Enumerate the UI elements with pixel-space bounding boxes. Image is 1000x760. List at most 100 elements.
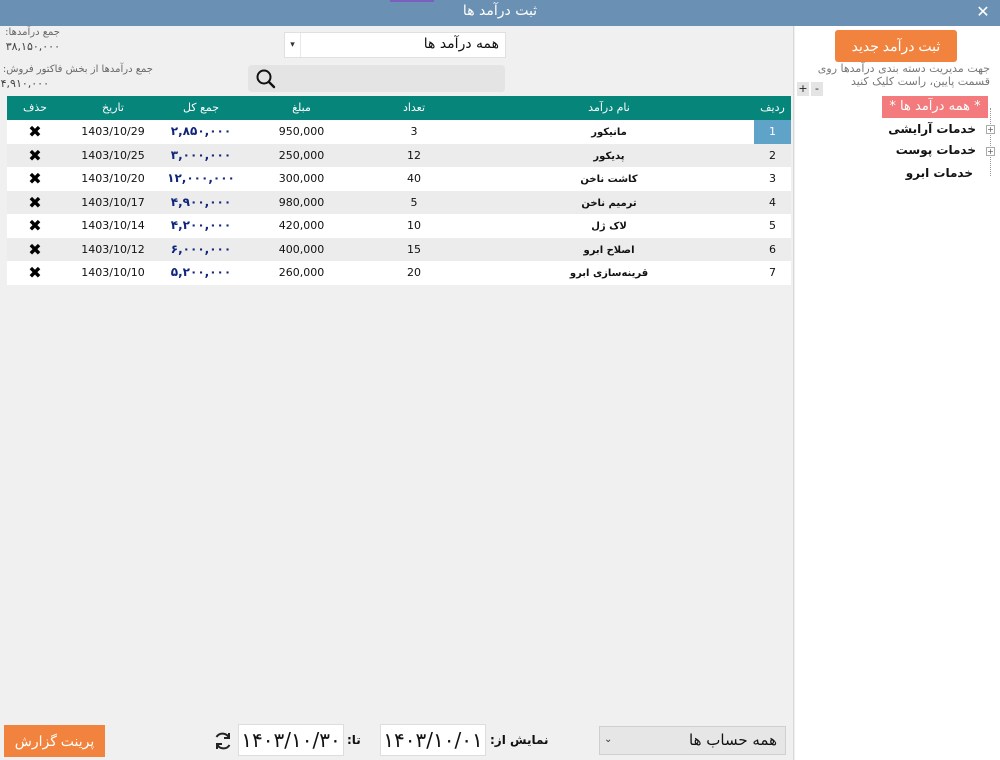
expand-icon[interactable]: + (986, 147, 995, 156)
cell-date: 1403/10/12 (81, 242, 145, 256)
table-row[interactable]: 5 لاک ژل 10 420,000 ۴,۲۰۰,۰۰۰ 1403/10/14 ✖ (7, 214, 791, 238)
cell-total: ۱۲,۰۰۰,۰۰۰ (167, 171, 235, 185)
cell-count: 3 (410, 125, 418, 138)
delete-icon[interactable]: ✖ (7, 240, 63, 259)
expand-all-button[interactable]: + (797, 82, 809, 96)
delete-icon[interactable]: ✖ (7, 263, 63, 282)
header-name: نام درآمد (588, 101, 630, 114)
tree-item-cosmetic[interactable]: خدمات آرایشی (888, 122, 976, 136)
cell-row-number: 7 (769, 266, 776, 279)
dropdown-arrow-icon[interactable]: ▾ (285, 33, 301, 57)
cell-total: ۴,۲۰۰,۰۰۰ (170, 218, 232, 232)
cell-row-number: 5 (769, 219, 776, 232)
cell-date: 1403/10/20 (81, 172, 145, 185)
cell-count: 12 (407, 148, 421, 162)
total-income-value: ۳۸,۱۵۰,۰۰۰ (5, 40, 60, 53)
delete-icon[interactable]: ✖ (7, 193, 63, 212)
cell-total: ۵,۲۰۰,۰۰۰ (170, 265, 232, 279)
cell-row-number: 2 (769, 148, 776, 162)
to-date-input[interactable]: ۱۴۰۳/۱۰/۳۰ (238, 724, 344, 756)
income-table: ردیف نام درآمد تعداد مبلغ جمع کل تاریخ ح… (7, 96, 791, 285)
cell-row-number: 1 (754, 120, 791, 144)
header-amount: مبلغ (292, 101, 311, 114)
cell-row-number: 3 (769, 172, 776, 185)
account-select-value: همه حساب ها (689, 731, 777, 749)
table-row[interactable]: 6 اصلاح ابرو 15 400,000 ۶,۰۰۰,۰۰۰ 1403/10/12 ✖ (7, 237, 791, 261)
search-input[interactable] (284, 68, 498, 89)
table-header: ردیف نام درآمد تعداد مبلغ جمع کل تاریخ ح… (7, 96, 791, 120)
window-title: ثبت درآمد ها (462, 3, 538, 19)
close-icon[interactable]: ✕ (974, 1, 992, 23)
cell-date: 1403/10/17 (81, 195, 145, 209)
cell-date: 1403/10/14 (81, 219, 145, 232)
cell-amount: 300,000 (278, 172, 325, 185)
cell-amount: 400,000 (278, 242, 325, 256)
search-icon[interactable] (254, 68, 278, 90)
category-sidebar (795, 26, 1000, 760)
table-row[interactable]: 2 پدیکور 12 250,000 ۳,۰۰۰,۰۰۰ 1403/10/25 ✖ (7, 143, 791, 167)
title-accent (390, 0, 434, 2)
cell-income-name: اصلاح ابرو (583, 244, 635, 256)
total-income-label: جمع درآمدها: (5, 27, 60, 38)
title-bar: ثبت درآمد ها ✕ (0, 0, 1000, 26)
cell-count: 20 (407, 266, 421, 279)
category-hint: جهت مدیریت دسته بندی درآمدها روی قسمت پا… (817, 62, 990, 88)
cell-row-number: 6 (769, 242, 776, 256)
cell-total: ۶,۰۰۰,۰۰۰ (170, 241, 232, 256)
print-report-button[interactable]: پرینت گزارش (4, 725, 105, 757)
cell-amount: 950,000 (278, 125, 325, 138)
tree-root-all-income[interactable]: * همه درآمد ها * (882, 96, 988, 118)
from-date-input[interactable]: ۱۴۰۳/۱۰/۰۱ (380, 724, 486, 756)
expand-icon[interactable]: + (986, 125, 995, 134)
cell-row-number: 4 (769, 195, 776, 209)
collapse-all-button[interactable]: - (811, 82, 823, 96)
header-row: ردیف (760, 101, 785, 114)
header-delete: حذف (23, 101, 47, 114)
header-total: جمع کل (182, 101, 220, 114)
cell-total: ۳,۰۰۰,۰۰۰ (170, 147, 232, 162)
cell-amount: 980,000 (278, 195, 325, 209)
tree-item-eyebrow[interactable]: خدمات ابرو (906, 166, 973, 180)
delete-icon[interactable]: ✖ (7, 169, 63, 188)
cell-amount: 260,000 (278, 266, 325, 279)
tree-item-skin[interactable]: خدمات پوست (896, 143, 976, 157)
cell-income-name: لاک ژل (591, 221, 627, 232)
tree-connector (990, 108, 991, 176)
cell-count: 10 (407, 219, 421, 232)
table-row[interactable]: 7 قرینه‌سازی ابرو 20 260,000 ۵,۲۰۰,۰۰۰ 1403/1… (7, 261, 791, 285)
new-income-button[interactable]: ثبت درآمد جدید (835, 30, 957, 62)
invoice-income-value: ۴,۹۱۰,۰۰۰ (0, 77, 49, 90)
table-row[interactable]: 1 مانیکور 3 950,000 ۲,۸۵۰,۰۰۰ 1403/10/29 ✖ (7, 120, 791, 144)
from-date-label: نمایش از: (490, 733, 549, 747)
header-date: تاریخ (102, 101, 124, 114)
delete-icon[interactable]: ✖ (7, 216, 63, 235)
category-filter[interactable]: ▾ همه درآمد ها (284, 32, 506, 58)
cell-count: 40 (407, 172, 421, 185)
cell-date: 1403/10/29 (81, 125, 145, 138)
cell-amount: 250,000 (278, 148, 325, 162)
cell-date: 1403/10/10 (81, 266, 145, 279)
delete-icon[interactable]: ✖ (7, 122, 63, 141)
cell-income-name: مانیکور (591, 127, 627, 138)
chevron-down-icon[interactable]: ⌄ (604, 734, 612, 745)
cell-income-name: کاشت ناخن (580, 174, 638, 185)
delete-icon[interactable]: ✖ (7, 146, 63, 165)
table-row[interactable]: 4 ترمیم ناخن 5 980,000 ۴,۹۰۰,۰۰۰ 1403/10/17 ✖ (7, 190, 791, 214)
header-count: تعداد (402, 101, 426, 114)
cell-income-name: قرینه‌سازی ابرو (569, 268, 649, 279)
cell-date: 1403/10/25 (81, 148, 145, 162)
cell-income-name: ترمیم ناخن (581, 197, 637, 209)
cell-count: 15 (407, 242, 421, 256)
cell-count: 5 (410, 195, 418, 209)
cell-total: ۴,۹۰۰,۰۰۰ (170, 194, 232, 209)
refresh-icon[interactable] (212, 730, 234, 752)
cell-amount: 420,000 (278, 219, 325, 232)
search-box[interactable] (248, 65, 505, 92)
account-select[interactable]: ⌄ همه حساب ها (599, 726, 786, 755)
to-date-label: تا: (347, 733, 361, 747)
table-row[interactable]: 3 کاشت ناخن 40 300,000 ۱۲,۰۰۰,۰۰۰ 1403/10/20 ✖ (7, 167, 791, 191)
cell-total: ۲,۸۵۰,۰۰۰ (170, 124, 232, 138)
cell-income-name: پدیکور (593, 150, 625, 162)
category-filter-value: همه درآمد ها (423, 36, 499, 52)
invoice-income-label: جمع درآمدها از بخش فاکتور فروش: (2, 64, 153, 75)
